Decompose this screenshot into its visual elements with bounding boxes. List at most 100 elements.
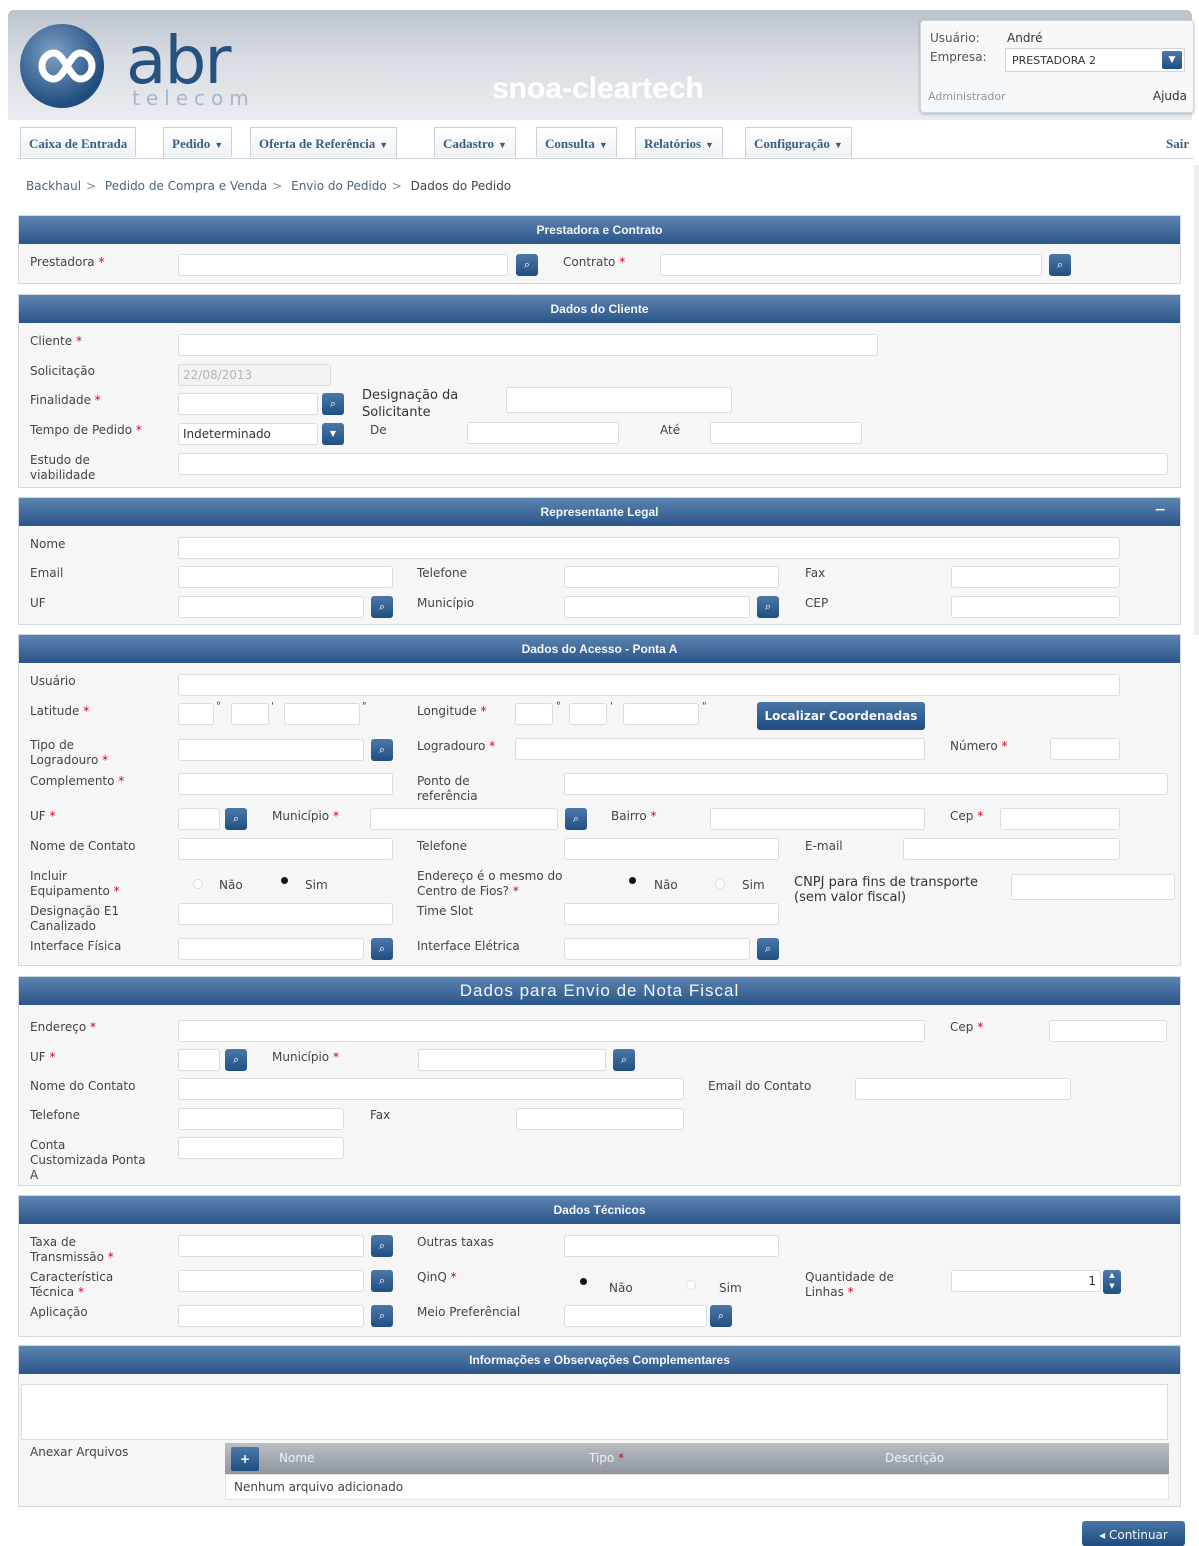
timeslot-input[interactable] (564, 903, 779, 925)
cep-input[interactable] (1049, 1020, 1167, 1042)
logout-link[interactable]: Sair (1166, 136, 1189, 152)
interface-fisica-input[interactable] (178, 938, 364, 960)
uf-input[interactable] (178, 808, 220, 830)
search-icon[interactable]: ⌕ (757, 596, 779, 618)
column-header-tipo[interactable]: Tipo * (589, 1451, 624, 1465)
numero-input[interactable] (1050, 738, 1120, 760)
menu-cadastro[interactable]: Cadastro ▼ (434, 127, 516, 157)
nome-contato-input[interactable] (178, 1078, 684, 1100)
fax-input[interactable] (951, 566, 1120, 588)
municipio-input[interactable] (370, 808, 558, 830)
telefone-input[interactable] (564, 566, 779, 588)
search-icon[interactable]: ⌕ (225, 808, 247, 830)
conta-customizada-input[interactable] (178, 1137, 344, 1159)
caracteristica-tecnica-input[interactable] (178, 1270, 364, 1292)
column-header-nome[interactable]: Nome (279, 1451, 314, 1465)
cnpj-input[interactable] (1011, 874, 1175, 900)
uf-input[interactable] (178, 1049, 220, 1071)
designacao-e1-input[interactable] (178, 903, 393, 925)
interface-eletrica-input[interactable] (564, 938, 750, 960)
scrollbar[interactable] (1194, 165, 1199, 635)
longitude-minutes[interactable] (569, 703, 607, 725)
tempo-select[interactable]: Indeterminado (178, 423, 318, 445)
endereco-input[interactable] (178, 1020, 925, 1042)
search-icon[interactable]: ⌕ (710, 1305, 732, 1327)
meio-preferencial-input[interactable] (564, 1305, 707, 1327)
fax-input[interactable] (516, 1108, 684, 1130)
chevron-down-icon[interactable]: ▼ (322, 423, 344, 445)
company-select[interactable]: PRESTADORA 2 ▼ (1005, 48, 1185, 72)
bairro-input[interactable] (710, 808, 925, 830)
menu-caixa-entrada[interactable]: Caixa de Entrada (20, 127, 137, 157)
usuario-input[interactable] (178, 674, 1120, 696)
quantidade-linhas-input[interactable]: 1 (951, 1270, 1101, 1292)
municipio-input[interactable] (418, 1049, 606, 1071)
prestadora-input[interactable] (178, 254, 508, 276)
search-icon[interactable]: ⌕ (371, 596, 393, 618)
search-icon[interactable]: ⌕ (565, 808, 587, 830)
search-icon[interactable]: ⌕ (1049, 254, 1071, 276)
menu-relatorios[interactable]: Relatórios ▼ (635, 127, 723, 157)
add-file-button[interactable]: + (231, 1447, 259, 1471)
email-input[interactable] (903, 838, 1120, 860)
telefone-input[interactable] (564, 838, 779, 860)
email-input[interactable] (178, 566, 393, 588)
breadcrumb-item[interactable]: Envio do Pedido (291, 179, 387, 193)
radio-nao[interactable] (629, 877, 636, 884)
radio-nao[interactable] (580, 1278, 587, 1285)
search-icon[interactable]: ⌕ (371, 1270, 393, 1292)
collapse-icon[interactable]: − (1154, 502, 1166, 518)
longitude-seconds[interactable] (623, 703, 699, 725)
municipio-input[interactable] (564, 596, 750, 618)
telefone-input[interactable] (178, 1108, 344, 1130)
finalidade-input[interactable] (178, 393, 318, 415)
menu-consulta[interactable]: Consulta ▼ (536, 127, 617, 157)
email-contato-input[interactable] (855, 1078, 1071, 1100)
continuar-button[interactable]: ◂ Continuar (1082, 1521, 1185, 1546)
observacoes-textarea[interactable] (21, 1384, 1168, 1440)
localizar-coordenadas-button[interactable]: Localizar Coordenadas (757, 702, 925, 730)
longitude-degrees[interactable] (515, 703, 553, 725)
latitude-seconds[interactable] (284, 703, 360, 725)
radio-nao[interactable] (193, 879, 203, 889)
search-icon[interactable]: ⌕ (613, 1049, 635, 1071)
complemento-input[interactable] (178, 773, 393, 795)
search-icon[interactable]: ⌕ (371, 739, 393, 761)
tipo-logradouro-input[interactable] (178, 739, 364, 761)
aplicacao-input[interactable] (178, 1305, 364, 1327)
nome-input[interactable] (178, 537, 1120, 559)
latitude-degrees[interactable] (178, 703, 214, 725)
search-icon[interactable]: ⌕ (371, 938, 393, 960)
radio-sim[interactable] (281, 877, 288, 884)
radio-sim[interactable] (715, 879, 725, 889)
breadcrumb-item[interactable]: Backhaul (26, 179, 81, 193)
ponto-referencia-input[interactable] (564, 773, 1168, 795)
column-header-descricao[interactable]: Descrição (885, 1451, 944, 1465)
outras-taxas-input[interactable] (564, 1235, 779, 1257)
search-icon[interactable]: ⌕ (371, 1305, 393, 1327)
uf-input[interactable] (178, 596, 364, 618)
cep-input[interactable] (951, 596, 1120, 618)
radio-sim[interactable] (686, 1280, 696, 1290)
search-icon[interactable]: ⌕ (757, 938, 779, 960)
cep-input[interactable] (1000, 808, 1120, 830)
menu-oferta[interactable]: Oferta de Referência ▼ (250, 127, 398, 157)
latitude-minutes[interactable] (231, 703, 269, 725)
taxa-transmissao-input[interactable] (178, 1235, 364, 1257)
help-link[interactable]: Ajuda (1153, 89, 1187, 103)
de-input[interactable] (467, 422, 619, 444)
contrato-input[interactable] (660, 254, 1042, 276)
search-icon[interactable]: ⌕ (371, 1235, 393, 1257)
logradouro-input[interactable] (515, 738, 925, 760)
menu-configuracao[interactable]: Configuração ▼ (745, 127, 852, 157)
chevron-down-icon[interactable]: ▼ (1162, 51, 1182, 69)
nome-contato-input[interactable] (178, 838, 393, 860)
designacao-input[interactable] (506, 387, 732, 413)
spinner-icon[interactable]: ▲ ▼ (1103, 1270, 1121, 1294)
search-icon[interactable]: ⌕ (225, 1049, 247, 1071)
breadcrumb-item[interactable]: Pedido de Compra e Venda (105, 179, 267, 193)
cliente-input[interactable] (178, 334, 878, 356)
menu-pedido[interactable]: Pedido ▼ (163, 127, 233, 157)
ate-input[interactable] (710, 422, 862, 444)
estudo-input[interactable] (178, 453, 1168, 475)
